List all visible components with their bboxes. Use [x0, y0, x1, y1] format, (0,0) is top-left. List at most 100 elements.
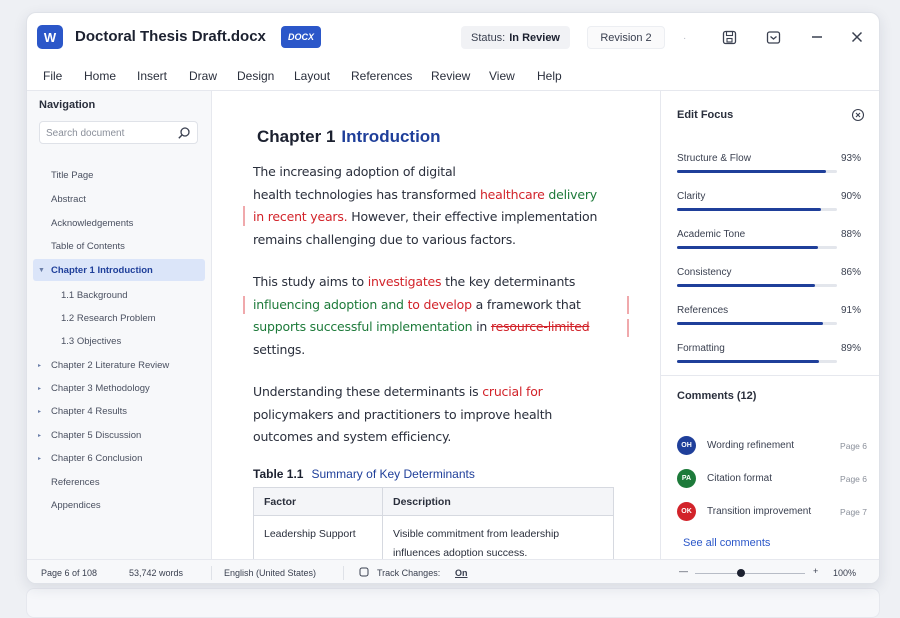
menu-design[interactable]: Design — [237, 69, 274, 83]
nav-item-objectives[interactable]: 1.3 Objectives — [39, 330, 203, 352]
nav-item-acknowledgements[interactable]: Acknowledgements — [39, 212, 203, 234]
menu-help[interactable]: Help — [537, 69, 562, 83]
edit-focus-item[interactable]: Academic Tone 88% — [677, 229, 861, 259]
chevron-down-icon[interactable]: ▼ — [38, 267, 45, 274]
table-row: Leadership Support Visible commitment fr… — [253, 515, 614, 559]
comment-page: Page 6 — [840, 474, 867, 484]
zoom-slider-thumb[interactable] — [737, 569, 746, 577]
minimize-icon[interactable] — [807, 27, 827, 47]
zoom-out-button[interactable]: — — [679, 566, 688, 576]
comment-item[interactable]: PA Citation format Page 6 — [677, 468, 867, 490]
document-canvas[interactable]: Chapter 1 Introduction The increasing ado… — [213, 91, 659, 559]
table-caption-label: Table 1.1 — [253, 467, 304, 481]
close-panel-icon[interactable] — [851, 108, 865, 122]
focus-progress-track — [677, 360, 837, 363]
paragraph-3[interactable]: Understanding these determinants is cruc… — [253, 381, 552, 449]
nav-item-chapter-3[interactable]: ▸ Chapter 3 Methodology — [33, 377, 203, 399]
status-value: In Review — [509, 31, 560, 44]
comment-text: Citation format — [707, 473, 773, 484]
comment-item[interactable]: OK Transition improvement Page 7 — [677, 501, 867, 523]
focus-progress-track — [677, 208, 837, 211]
menu-references[interactable]: References — [351, 69, 412, 83]
determinants-table[interactable]: Factor Description Leadership Support Vi… — [253, 487, 614, 559]
chevron-right-icon[interactable]: ▸ — [38, 432, 41, 439]
nav-item-chapter-1[interactable]: ▼ Chapter 1 Introduction — [33, 259, 205, 281]
chevron-right-icon[interactable]: ▸ — [38, 455, 41, 462]
chevron-right-icon[interactable]: ▸ — [38, 362, 41, 369]
nav-item-references[interactable]: References — [39, 471, 203, 493]
track-changes-toggle[interactable]: On — [455, 568, 468, 578]
page-count[interactable]: Page 6 of 108 — [41, 568, 97, 578]
restore-icon[interactable] — [763, 27, 783, 47]
zoom-level[interactable]: 100% — [833, 568, 856, 578]
nav-item-chapter-5[interactable]: ▸ Chapter 5 Discussion — [33, 424, 203, 446]
paragraph-1[interactable]: The increasing adoption of digital healt… — [253, 161, 597, 251]
nav-item-chapter-2[interactable]: ▸ Chapter 2 Literature Review — [33, 354, 203, 376]
comment-text: Wording refinement — [707, 440, 795, 451]
menu-insert[interactable]: Insert — [137, 69, 167, 83]
save-icon[interactable] — [719, 27, 739, 47]
edit-focus-item[interactable]: References 91% — [677, 305, 861, 335]
word-count[interactable]: 53,742 words — [129, 568, 183, 578]
language[interactable]: English (United States) — [224, 568, 316, 578]
comment-item[interactable]: OH Wording refinement Page 6 — [677, 435, 867, 457]
zoom-slider-track[interactable] — [695, 573, 805, 574]
nav-item-background[interactable]: 1.1 Background — [39, 284, 203, 306]
see-all-comments-link[interactable]: See all comments — [683, 537, 770, 549]
text-line: settings. — [253, 341, 306, 357]
close-icon[interactable] — [847, 27, 867, 47]
edit-focus-item[interactable]: Formatting 89% — [677, 343, 861, 373]
nav-item-table-of-contents[interactable]: Table of Contents — [39, 235, 203, 257]
tracked-suggestion: supports successful implementation — [253, 319, 473, 334]
nav-item-research-problem[interactable]: 1.2 Research Problem — [39, 307, 203, 329]
focus-percent: 88% — [840, 229, 861, 240]
change-marker — [243, 206, 245, 226]
focus-progress-fill — [677, 246, 818, 249]
nav-item-label: Chapter 2 Literature Review — [51, 359, 170, 371]
table-caption: Table 1.1 Summary of Key Determinants — [253, 467, 475, 481]
text-run: a framework that — [471, 296, 581, 312]
nav-item-abstract[interactable]: Abstract — [39, 188, 203, 210]
menu-layout[interactable]: Layout — [294, 69, 330, 83]
revision-chip[interactable]: Revision 2 — [587, 26, 665, 49]
focus-percent: 86% — [840, 267, 861, 278]
status-bar: Page 6 of 108 53,742 words English (Unit… — [27, 559, 879, 583]
menu-review[interactable]: Review — [431, 69, 470, 83]
edit-focus-item[interactable]: Structure & Flow 93% — [677, 153, 861, 183]
nav-item-title-page[interactable]: Title Page — [39, 164, 203, 186]
search-input[interactable] — [46, 125, 172, 141]
menu-home[interactable]: Home — [84, 69, 116, 83]
nav-item-chapter-6[interactable]: ▸ Chapter 6 Conclusion — [33, 447, 203, 469]
nav-item-label: Chapter 3 Methodology — [51, 382, 150, 394]
text-run: However, their effective implementation — [347, 209, 598, 224]
nav-item-chapter-4[interactable]: ▸ Chapter 4 Results — [33, 400, 203, 422]
focus-progress-fill — [677, 284, 815, 287]
search-icon[interactable] — [177, 126, 191, 140]
paragraph-2[interactable]: This study aims to investigates the key … — [253, 271, 590, 361]
focus-percent: 93% — [840, 153, 861, 164]
table-cell[interactable]: Leadership Support — [253, 515, 383, 559]
chevron-right-icon[interactable]: ▸ — [38, 408, 41, 415]
table-header-row: Factor Description — [253, 487, 614, 516]
edit-focus-item[interactable]: Consistency 86% — [677, 267, 861, 297]
chevron-right-icon[interactable]: ▸ — [38, 385, 41, 392]
edit-focus-item[interactable]: Clarity 90% — [677, 191, 861, 221]
focus-progress-track — [677, 284, 837, 287]
menu-view[interactable]: View — [489, 69, 515, 83]
zoom-in-button[interactable]: + — [813, 566, 818, 576]
table-cell[interactable]: Visible commitment from leadership influ… — [382, 515, 614, 559]
table-header-cell: Description — [382, 487, 614, 516]
menu-bar: File Home Insert Draw Design Layout Refe… — [27, 61, 879, 91]
text-run: This study aims to — [253, 274, 368, 289]
focus-percent: 90% — [840, 191, 861, 202]
status-chip[interactable]: Status: In Review — [461, 26, 570, 49]
menu-draw[interactable]: Draw — [189, 69, 217, 83]
divider — [661, 375, 879, 376]
chapter-title: Introduction — [341, 127, 441, 146]
text-line: outcomes and system efficiency. — [253, 429, 452, 444]
tracked-insertion: crucial for — [482, 384, 543, 399]
nav-item-appendices[interactable]: Appendices — [39, 494, 203, 516]
text-run: health technologies has transformed — [253, 186, 480, 202]
menu-file[interactable]: File — [43, 69, 62, 83]
file-type-badge: DOCX — [281, 26, 322, 48]
